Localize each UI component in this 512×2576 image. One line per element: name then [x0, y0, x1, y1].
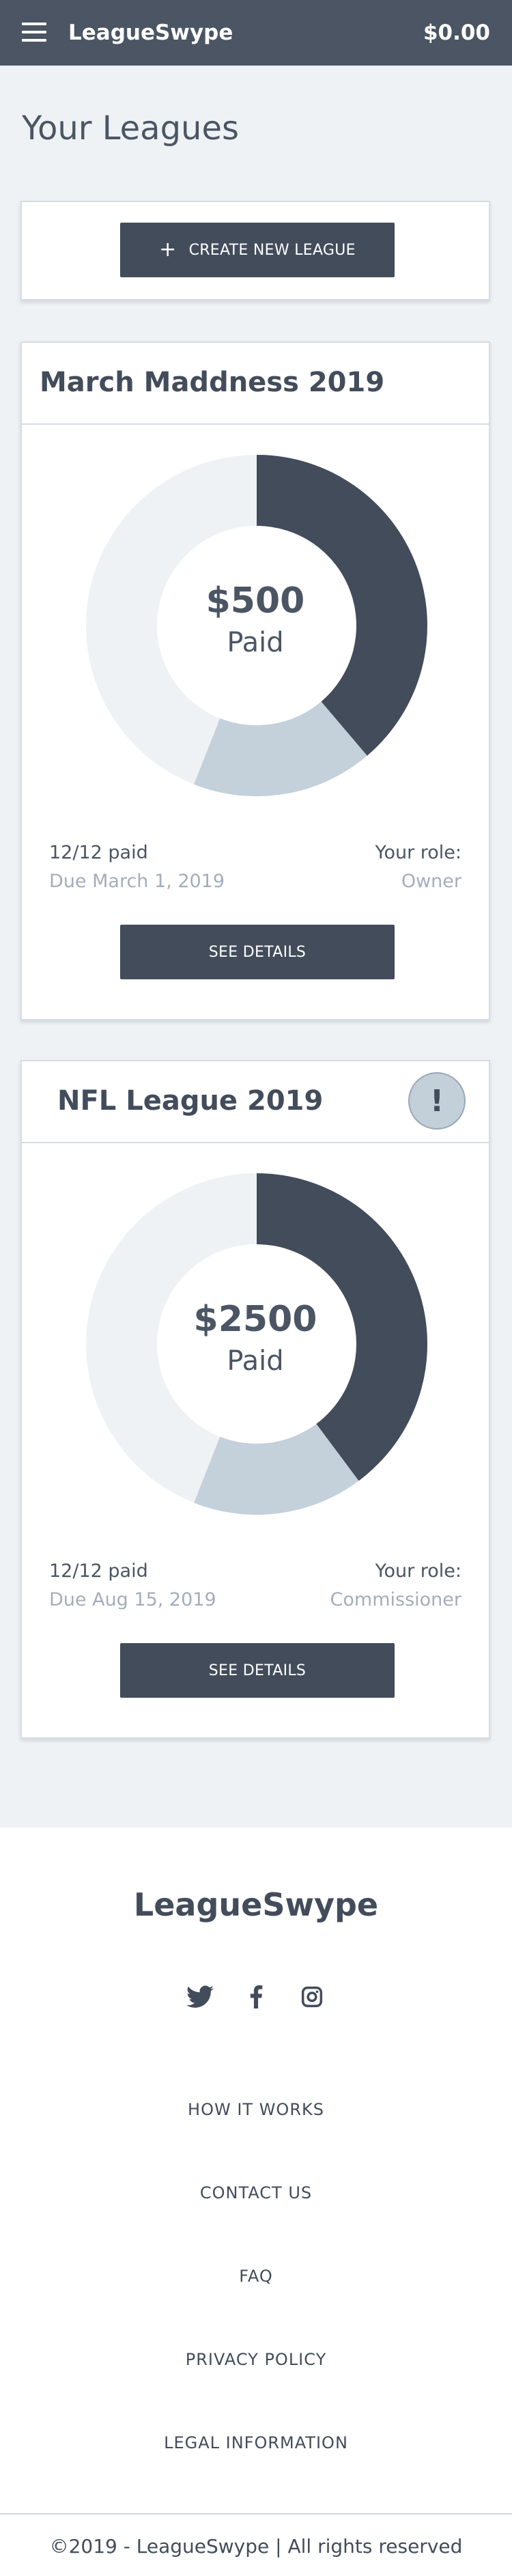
league-name: NFL League 2019	[57, 1085, 324, 1117]
plus-icon: +	[159, 238, 177, 262]
instagram-icon[interactable]	[298, 1983, 326, 2011]
league-card: March Maddness 2019 $500 Paid 12/12 paid…	[20, 341, 490, 1020]
see-details-button[interactable]: SEE DETAILS	[120, 1643, 395, 1698]
instagram-icon-glyph	[301, 1986, 323, 2008]
twitter-icon[interactable]	[186, 1983, 214, 2011]
footer-link-how-it-works[interactable]: HOW IT WORKS	[0, 2099, 512, 2120]
twitter-icon-glyph	[186, 1985, 214, 2008]
footer-link-contact-us[interactable]: CONTACT US	[0, 2183, 512, 2203]
role-label: Your role:	[375, 1560, 461, 1582]
role-value: Owner	[401, 871, 461, 892]
amount-paid-label: Paid	[227, 1345, 284, 1377]
amount-paid-value: $2500	[193, 1299, 317, 1340]
footer-link-legal-information[interactable]: LEGAL INFORMATION	[0, 2433, 512, 2453]
create-league-card: + CREATE NEW LEAGUE	[20, 201, 490, 300]
role-value: Commissioner	[330, 1589, 461, 1610]
copyright-text: ©2019 - LeagueSwype | All rights reserve…	[49, 2535, 463, 2558]
league-card: NFL League 2019 ! $2500 Paid 12/12 paid …	[20, 1060, 490, 1739]
hamburger-menu-icon[interactable]	[22, 23, 46, 42]
see-details-button[interactable]: SEE DETAILS	[120, 925, 395, 979]
app-title[interactable]: LeagueSwype	[68, 19, 233, 46]
alert-icon[interactable]: !	[408, 1072, 466, 1130]
facebook-icon[interactable]	[242, 1983, 270, 2011]
paid-count: 12/12 paid	[49, 1560, 148, 1582]
create-new-league-label: CREATE NEW LEAGUE	[188, 241, 356, 259]
league-card-header: NFL League 2019 !	[22, 1061, 489, 1143]
social-links	[0, 1983, 512, 2011]
create-new-league-button[interactable]: + CREATE NEW LEAGUE	[120, 223, 395, 277]
league-name: March Maddness 2019	[40, 367, 385, 398]
page-title: Your Leagues	[22, 109, 239, 148]
amount-paid-label: Paid	[227, 627, 284, 658]
paid-count: 12/12 paid	[49, 842, 148, 863]
footer-brand[interactable]: LeagueSwype	[0, 1885, 512, 1924]
amount-paid-value: $500	[205, 580, 305, 621]
top-navigation-bar: LeagueSwype $0.00	[0, 0, 512, 66]
footer-divider	[0, 2513, 512, 2515]
facebook-icon-glyph	[250, 1985, 263, 2008]
footer-link-faq[interactable]: FAQ	[0, 2266, 512, 2286]
league-card-header: March Maddness 2019	[22, 343, 489, 425]
account-balance[interactable]: $0.00	[423, 19, 490, 46]
role-label: Your role:	[375, 842, 461, 863]
due-date: Due Aug 15, 2019	[49, 1589, 216, 1610]
page-footer: LeagueSwype HOW IT WORKS CONTACT US FAQ …	[0, 1828, 512, 2576]
due-date: Due March 1, 2019	[49, 871, 225, 892]
footer-link-privacy-policy[interactable]: PRIVACY POLICY	[0, 2349, 512, 2370]
